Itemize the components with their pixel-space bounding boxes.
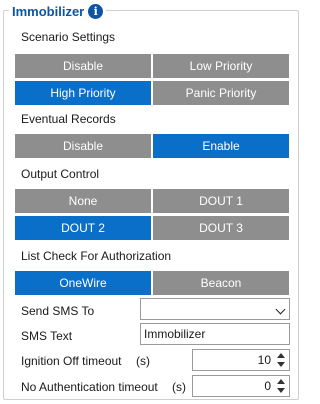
list-check-label: List Check For Authorization — [21, 249, 172, 263]
ignition-off-timeout-label: Ignition Off timeout — [21, 354, 122, 368]
no-auth-timeout-label: No Authentication timeout — [21, 380, 158, 394]
sms-text-input[interactable] — [141, 324, 289, 344]
send-sms-to-label: Send SMS To — [21, 304, 95, 318]
arrow-down-icon[interactable] — [277, 388, 285, 393]
eventual-disable-button[interactable]: Disable — [15, 134, 151, 158]
scenario-settings-label: Scenario Settings — [21, 30, 116, 44]
output-dout2-button[interactable]: DOUT 2 — [15, 216, 151, 240]
output-none-button[interactable]: None — [15, 189, 151, 213]
ignition-off-timeout-unit: (s) — [136, 354, 150, 368]
eventual-records-label: Eventual Records — [21, 112, 116, 126]
scenario-disable-button[interactable]: Disable — [15, 54, 151, 78]
sms-text-field[interactable] — [140, 323, 290, 345]
send-sms-to-select[interactable] — [140, 298, 290, 320]
no-auth-timeout-value: 0 — [264, 379, 271, 393]
spin-arrows[interactable] — [276, 352, 286, 368]
ignition-off-timeout-stepper[interactable]: 10 — [192, 349, 290, 371]
arrow-down-icon[interactable] — [277, 362, 285, 367]
info-icon[interactable]: i — [88, 3, 104, 19]
group-header: Immobilizer i — [9, 2, 107, 20]
arrow-up-icon[interactable] — [277, 379, 285, 384]
onewire-button[interactable]: OneWire — [15, 271, 151, 295]
scenario-low-priority-button[interactable]: Low Priority — [153, 54, 289, 78]
group-title: Immobilizer — [12, 3, 85, 19]
chevron-down-icon — [275, 304, 286, 315]
output-dout1-button[interactable]: DOUT 1 — [153, 189, 289, 213]
output-dout3-button[interactable]: DOUT 3 — [153, 216, 289, 240]
beacon-button[interactable]: Beacon — [153, 271, 289, 295]
output-control-label: Output Control — [21, 167, 100, 181]
spin-arrows[interactable] — [276, 378, 286, 394]
sms-text-label: SMS Text — [21, 329, 73, 343]
arrow-up-icon[interactable] — [277, 353, 285, 358]
eventual-enable-button[interactable]: Enable — [153, 134, 289, 158]
scenario-high-priority-button[interactable]: High Priority — [15, 81, 151, 105]
scenario-panic-priority-button[interactable]: Panic Priority — [153, 81, 289, 105]
no-auth-timeout-stepper[interactable]: 0 — [192, 375, 290, 397]
ignition-off-timeout-value: 10 — [257, 353, 271, 367]
no-auth-timeout-unit: (s) — [172, 380, 186, 394]
